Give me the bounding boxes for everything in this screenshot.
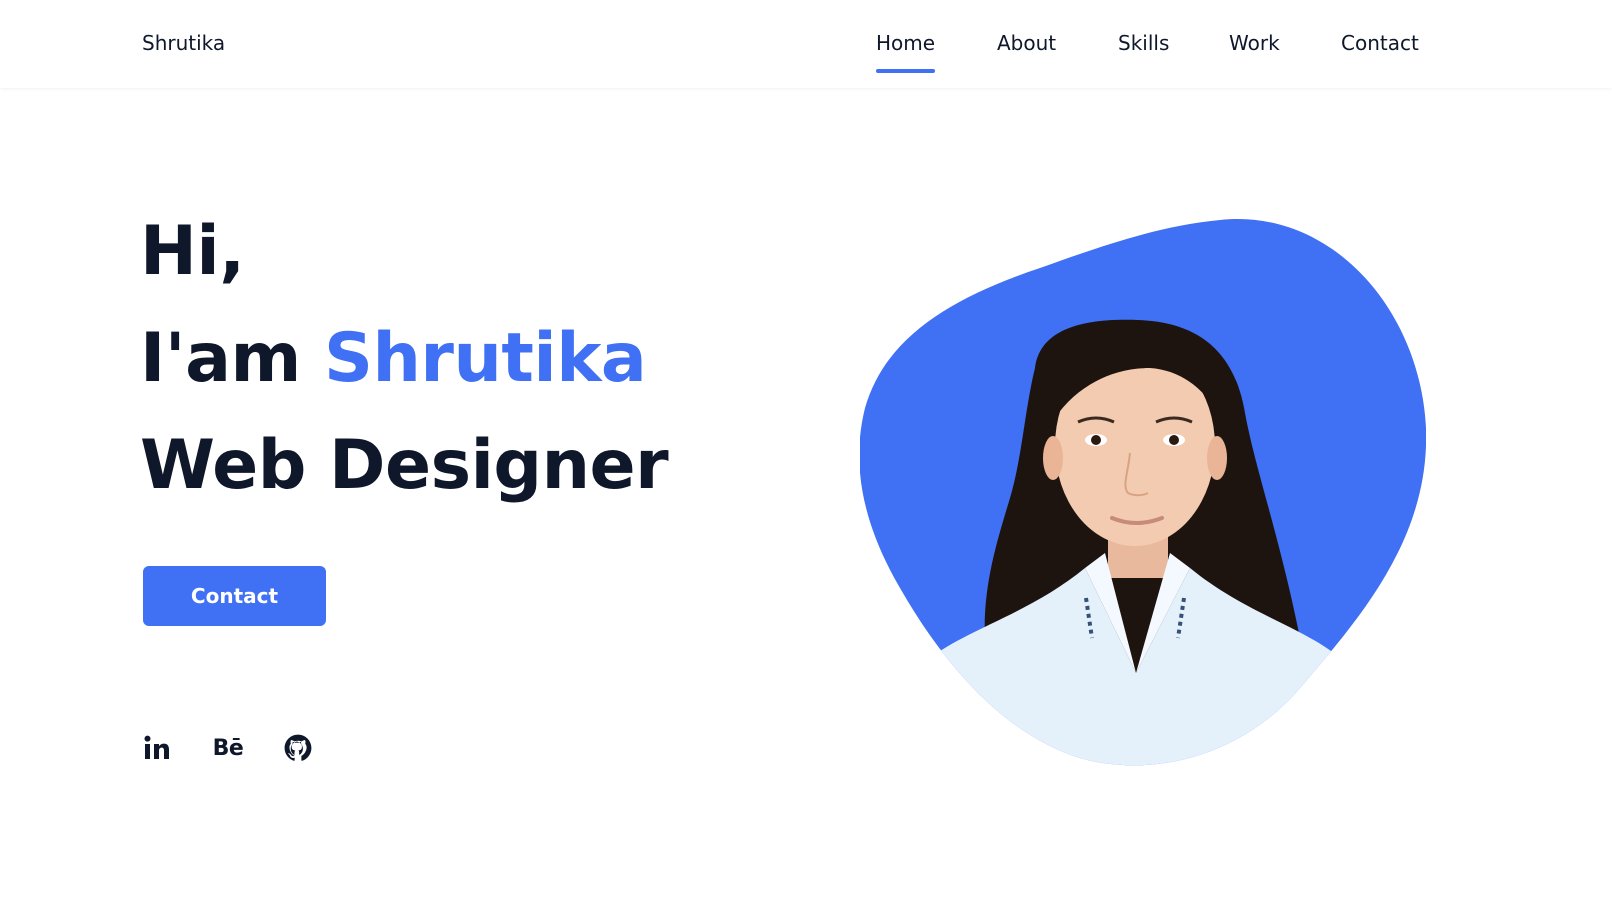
- main-nav: Home About Skills Work Contact: [0, 31, 1612, 81]
- linkedin-icon: [144, 735, 169, 759]
- nav-skills[interactable]: Skills: [1118, 31, 1169, 55]
- hero-name: Shrutika: [324, 319, 647, 398]
- github-link[interactable]: [283, 732, 313, 764]
- hero-role: Web Designer: [140, 426, 669, 505]
- linkedin-link[interactable]: [143, 732, 171, 764]
- hero-portrait-blob: [860, 218, 1426, 768]
- github-icon: [284, 734, 312, 761]
- hero-intro-prefix: I'am: [140, 319, 325, 398]
- profile-photo: [860, 219, 1426, 766]
- hero-greeting: Hi,: [140, 212, 245, 291]
- site-header: Shrutika Home About Skills Work Contact: [0, 0, 1612, 88]
- nav-about[interactable]: About: [997, 31, 1056, 55]
- behance-icon: Bē: [212, 735, 244, 761]
- nav-contact[interactable]: Contact: [1341, 31, 1419, 55]
- behance-link[interactable]: Bē: [212, 732, 244, 764]
- hero-intro: I'am Shrutika: [140, 325, 647, 393]
- nav-work[interactable]: Work: [1229, 31, 1280, 55]
- nav-home[interactable]: Home: [876, 31, 936, 73]
- contact-button[interactable]: Contact: [143, 566, 326, 626]
